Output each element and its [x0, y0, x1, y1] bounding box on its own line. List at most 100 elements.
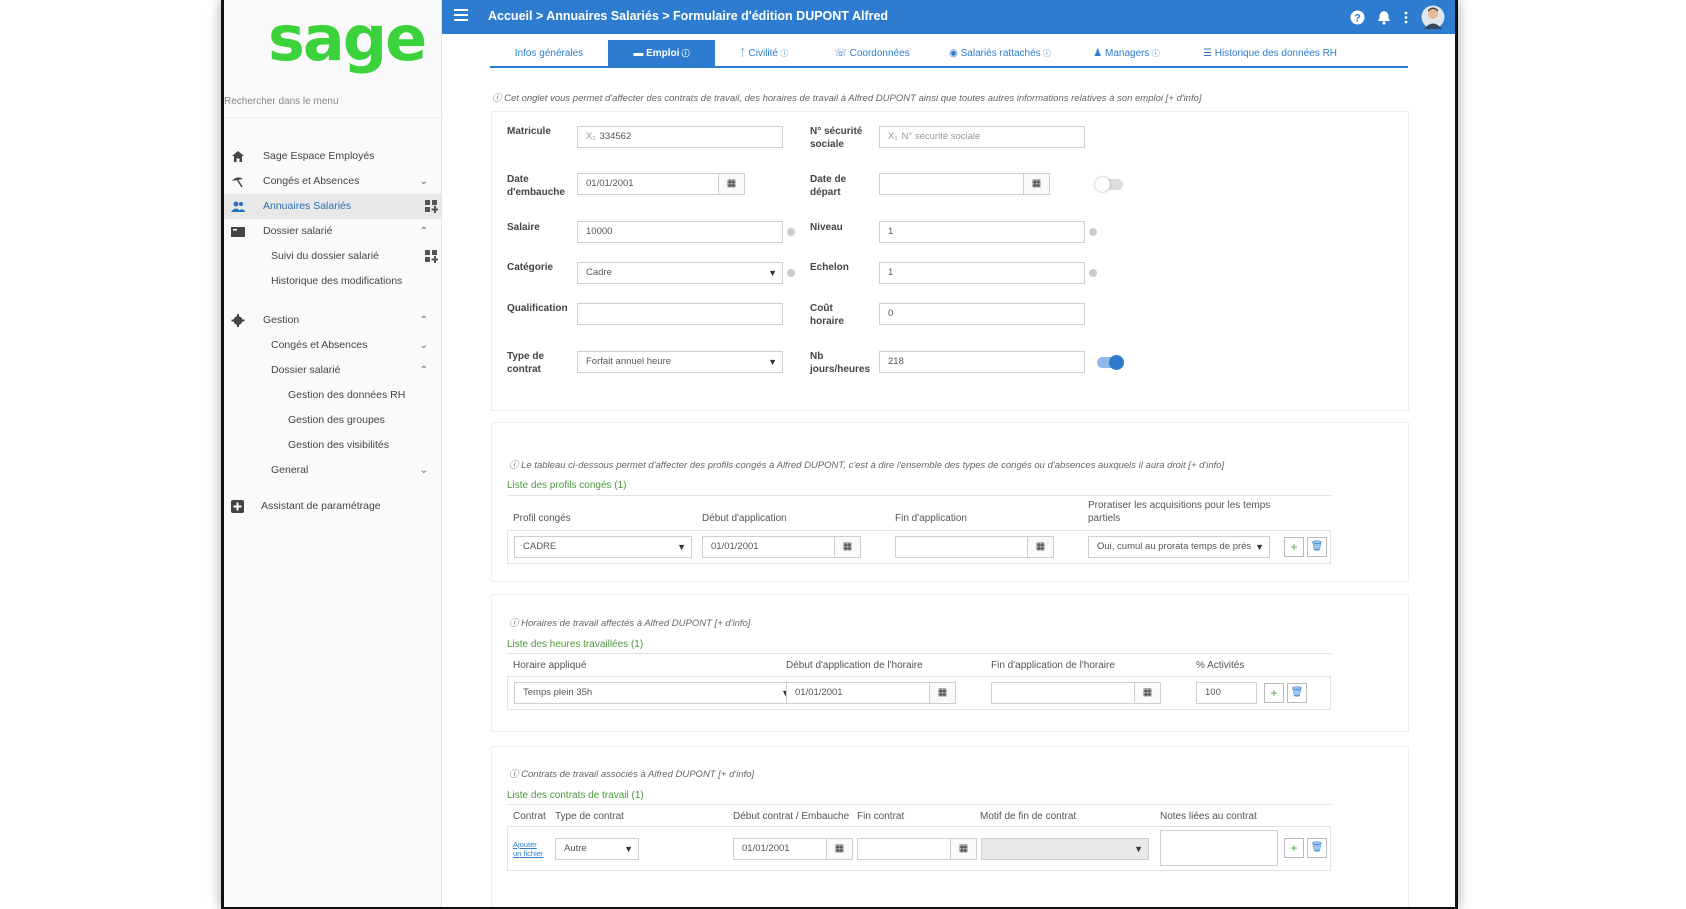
date-depart-input[interactable]	[879, 173, 1024, 195]
sidebar-item-gestion-dossier[interactable]: Dossier salarié ⌃	[224, 358, 442, 383]
type-contrat-select[interactable]: Forfait annuel heure ▼	[577, 351, 783, 373]
add-row-button[interactable]: +	[1264, 683, 1284, 703]
calendar-icon[interactable]: ▦	[827, 838, 853, 860]
salaire-input[interactable]: 10000	[577, 221, 783, 243]
help-icon[interactable]: ?	[1350, 10, 1365, 25]
help-circle-icon: ⓘ	[1040, 49, 1051, 58]
profil-conges-select[interactable]: CADRE ▼	[514, 536, 692, 558]
col-fin-contrat: Fin contrat	[857, 811, 905, 822]
calendar-icon[interactable]: ▦	[951, 838, 977, 860]
tab-label: Historique des données RH	[1214, 48, 1338, 59]
history-icon[interactable]	[787, 228, 795, 236]
breadcrumb[interactable]: Accueil > Annuaires Salariés > Formulair…	[488, 9, 888, 23]
conges-list-title[interactable]: Liste des profils congés (1)	[507, 480, 627, 491]
more-vertical-icon[interactable]	[1403, 10, 1409, 25]
secu-label-line2: sociale	[810, 139, 844, 150]
sidebar-item-visibilites[interactable]: Gestion des visibilités	[224, 433, 442, 458]
user-icon: ♟	[1093, 48, 1106, 59]
tab-historique-rh[interactable]: ☰ Historique des données RH	[1184, 40, 1356, 68]
nb-jours-heures-toggle[interactable]	[1097, 355, 1124, 370]
horaires-list-title[interactable]: Liste des heures travaillées (1)	[507, 639, 643, 650]
sidebar-item-general[interactable]: General ⌄	[224, 458, 442, 483]
echelon-input[interactable]: 1	[879, 262, 1085, 284]
date-embauche-input[interactable]: 01/01/2001	[577, 173, 719, 195]
sidebar-item-espace-employes[interactable]: Sage Espace Employés	[224, 144, 442, 169]
fin-application-input[interactable]	[895, 536, 1028, 558]
emploi-info-text: ⓘ Cet onglet vous permet d'affecter des …	[492, 90, 1202, 104]
notes-textarea[interactable]	[1160, 830, 1278, 866]
sidebar-item-dossier-salarie[interactable]: Dossier salarié ⌃	[224, 219, 442, 244]
hamburger-menu-icon[interactable]	[454, 9, 468, 21]
contrats-list-title[interactable]: Liste des contrats de travail (1)	[507, 790, 644, 801]
menu-search-input[interactable]: Rechercher dans le menu	[224, 92, 442, 118]
sidebar-item-label: Annuaires Salariés	[263, 200, 352, 212]
nb-jours-heures-input[interactable]: 218	[879, 351, 1085, 373]
depart-toggle[interactable]	[1095, 177, 1123, 192]
calendar-icon[interactable]: ▦	[1024, 173, 1050, 195]
debut-contrat-input[interactable]: 01/01/2001	[733, 838, 827, 860]
pin-grid-icon[interactable]	[425, 250, 438, 263]
horaire-applique-select[interactable]: Temps plein 35h▼	[514, 682, 796, 704]
add-row-button[interactable]: +	[1284, 537, 1304, 557]
date-depart-label: Date de départ	[810, 173, 846, 199]
info-text: Le tableau ci-dessous permet d'affecter …	[521, 460, 1225, 471]
proratiser-select[interactable]: Oui, cumul au prorata temps de prés ▼	[1088, 536, 1270, 558]
delete-row-button[interactable]: 🗑	[1307, 537, 1327, 557]
bell-icon[interactable]	[1377, 10, 1391, 25]
categorie-select[interactable]: Cadre ▼	[577, 262, 783, 284]
tab-managers[interactable]: ♟ Managers ⓘ	[1069, 40, 1184, 68]
motif-fin-select[interactable]: ▼	[981, 838, 1149, 860]
fin-contrat-input[interactable]	[857, 838, 951, 860]
matricule-input[interactable]: X₁ 334562	[577, 126, 783, 148]
tab-coordonnees[interactable]: ☏ Coordonnées	[813, 40, 931, 68]
calendar-icon[interactable]: ▦	[835, 536, 861, 558]
debut-application-input[interactable]: 01/01/2001	[702, 536, 835, 558]
calendar-icon[interactable]: ▦	[930, 682, 956, 704]
chevron-up-icon: ⌃	[419, 226, 428, 237]
info-circle-icon: ⓘ	[509, 618, 522, 629]
dropdown-arrow-icon: ▼	[1134, 844, 1143, 854]
sidebar-item-assistant[interactable]: Assistant de paramétrage	[224, 494, 442, 519]
type-contrat-row-select[interactable]: Autre ▼	[555, 838, 639, 860]
col-debut-horaire: Début d'application de l'horaire	[786, 660, 923, 671]
dropdown-arrow-icon: ▼	[768, 268, 777, 278]
sidebar-item-groupes[interactable]: Gestion des groupes	[224, 408, 442, 433]
ajouter-fichier-link[interactable]: Ajouter un fichier	[513, 840, 543, 858]
add-row-button[interactable]: +	[1284, 838, 1304, 858]
calendar-icon[interactable]: ▦	[1028, 536, 1054, 558]
history-icon[interactable]	[787, 269, 795, 277]
chevron-down-icon: ⌄	[419, 340, 428, 351]
qualification-input[interactable]	[577, 303, 783, 325]
activite-input[interactable]: 100	[1196, 682, 1257, 704]
tab-civilite[interactable]: ᛏ Civilité ⓘ	[715, 40, 813, 68]
list-icon: ☰	[1202, 48, 1215, 59]
calendar-icon[interactable]: ▦	[719, 173, 745, 195]
tab-salaries-rattaches[interactable]: ◉ Salariés rattachés ⓘ	[931, 40, 1069, 68]
sidebar-item-conges[interactable]: Congés et Absences ⌄	[224, 169, 442, 194]
sage-logo[interactable]: sage	[268, 8, 427, 70]
sidebar-item-gestion-conges[interactable]: Congés et Absences ⌄	[224, 333, 442, 358]
delete-row-button[interactable]: 🗑	[1307, 838, 1327, 858]
secu-input[interactable]: X₁ N° sécurité sociale	[879, 126, 1085, 148]
fin-horaire-input[interactable]	[991, 682, 1135, 704]
sidebar-item-gestion[interactable]: Gestion ⌃	[224, 308, 442, 333]
pin-grid-icon[interactable]	[425, 200, 438, 213]
debut-horaire-input[interactable]: 01/01/2001	[786, 682, 930, 704]
col-proratiser: Proratiser les acquisitions pour les tem…	[1088, 499, 1270, 525]
sidebar-item-suivi-dossier[interactable]: Suivi du dossier salarié	[224, 244, 442, 269]
sidebar-nav: Sage Espace Employés Congés et Absences …	[224, 144, 442, 519]
cout-horaire-input[interactable]: 0	[879, 303, 1085, 325]
history-icon[interactable]	[1089, 228, 1097, 236]
history-icon[interactable]	[1089, 269, 1097, 277]
tab-infos-generales[interactable]: Infos générales	[490, 40, 608, 68]
delete-row-button[interactable]: 🗑	[1287, 683, 1307, 703]
conges-panel: ⓘ Le tableau ci-dessous permet d'affecte…	[491, 422, 1409, 582]
tab-emploi[interactable]: ▬ Emploi ⓘ	[608, 40, 715, 68]
calendar-icon[interactable]: ▦	[1135, 682, 1161, 704]
sidebar-item-annuaires[interactable]: Annuaires Salariés	[224, 194, 442, 219]
sidebar-item-donnees-rh[interactable]: Gestion des données RH	[224, 383, 442, 408]
table-row: CADRE ▼ 01/01/2001 ▦ ▦ Oui, cumul au pror…	[507, 530, 1331, 564]
avatar[interactable]	[1421, 5, 1445, 29]
niveau-input[interactable]: 1	[879, 221, 1085, 243]
sidebar-item-historique[interactable]: Historique des modifications	[224, 269, 442, 294]
